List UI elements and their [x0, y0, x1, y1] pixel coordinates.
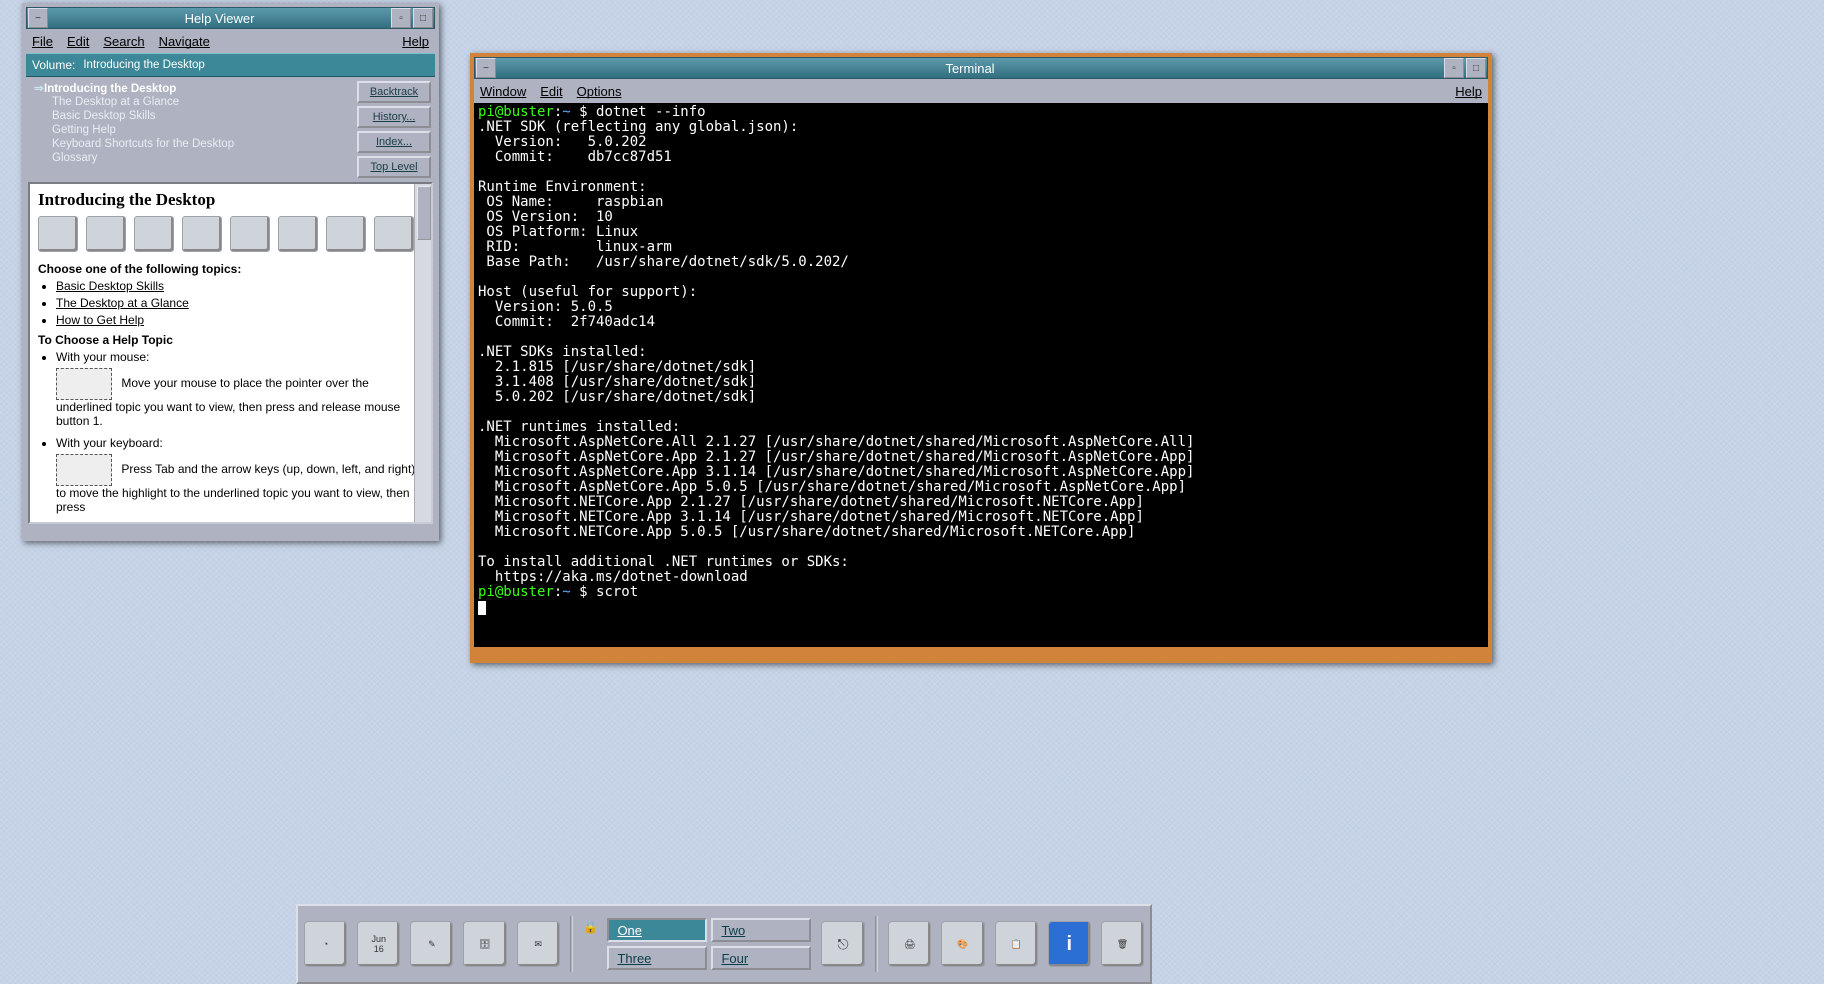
workspace-button-two[interactable]: Two — [711, 918, 811, 942]
keyboard-icon — [56, 454, 112, 486]
index-button[interactable]: Index... — [357, 131, 431, 153]
help-viewer-window: − Help Viewer ▫ □ File Edit Search Navig… — [22, 3, 439, 541]
topic-link[interactable]: How to Get Help — [56, 313, 144, 327]
mouse-label: With your mouse: — [56, 350, 149, 364]
menu-help[interactable]: Help — [1455, 84, 1482, 99]
nav-item[interactable]: Basic Desktop Skills — [52, 109, 345, 123]
menu-window[interactable]: Window — [480, 84, 526, 99]
window-menu-button[interactable]: − — [28, 8, 48, 28]
menu-help[interactable]: Help — [402, 34, 429, 49]
doc-icon-row — [38, 216, 423, 252]
nav-item[interactable]: Glossary — [52, 151, 345, 165]
help-document: Introducing the Desktop Choose one of th… — [28, 182, 433, 524]
topic-link[interactable]: The Desktop at a Glance — [56, 296, 189, 310]
mail-icon[interactable]: ✉ — [517, 921, 560, 967]
file-manager-icon[interactable]: 🗄 — [463, 921, 506, 967]
minimize-button[interactable]: ▫ — [1444, 58, 1464, 78]
menu-edit[interactable]: Edit — [540, 84, 562, 99]
workspace-button-four[interactable]: Four — [711, 946, 811, 970]
lock-icon[interactable]: 🔒 — [583, 920, 597, 968]
book-icon — [182, 216, 222, 252]
separator — [570, 916, 574, 972]
history-button[interactable]: History... — [357, 106, 431, 128]
style-manager-icon[interactable]: 🎨 — [941, 921, 984, 967]
terminal-title: Terminal — [497, 61, 1443, 76]
separator — [875, 916, 879, 972]
nav-item[interactable]: Keyboard Shortcuts for the Desktop — [52, 137, 345, 151]
top-level-button[interactable]: Top Level — [357, 156, 431, 178]
topic-tree: ⇒Introducing the Desktop The Desktop at … — [26, 77, 353, 182]
menu-edit[interactable]: Edit — [67, 34, 89, 49]
volume-label: Volume: — [32, 58, 75, 72]
mail-icon — [374, 216, 414, 252]
nav-item[interactable]: The Desktop at a Glance — [52, 95, 345, 109]
menu-search[interactable]: Search — [103, 34, 144, 49]
maximize-button[interactable]: □ — [1466, 58, 1486, 78]
menu-navigate[interactable]: Navigate — [159, 34, 210, 49]
volume-value[interactable]: Introducing the Desktop — [83, 59, 204, 71]
workspace-pager: One Two Three Four — [607, 918, 811, 970]
app-manager-icon[interactable]: 📋 — [995, 921, 1038, 967]
doc-scrollbar[interactable] — [414, 184, 431, 522]
document-icon — [326, 216, 366, 252]
maximize-button[interactable]: □ — [413, 8, 433, 28]
keyboard-label: With your keyboard: — [56, 436, 163, 450]
info-icon[interactable]: i — [1048, 921, 1091, 967]
minimize-button[interactable]: ▫ — [391, 8, 411, 28]
mouse-icon — [56, 368, 112, 400]
menu-options[interactable]: Options — [577, 84, 622, 99]
terminal-screen[interactable]: pi@buster:~ $ dotnet --info .NET SDK (re… — [474, 103, 1488, 647]
terminal-window: − Terminal ▫ □ Window Edit Options Help … — [470, 53, 1492, 663]
choose-topics-label: Choose one of the following topics: — [38, 262, 423, 276]
nav-item[interactable]: Getting Help — [52, 123, 345, 137]
help-menubar: File Edit Search Navigate Help — [26, 29, 435, 53]
printer-icon — [86, 216, 126, 252]
notes-icon[interactable]: ✎ — [410, 921, 453, 967]
nav-root[interactable]: Introducing the Desktop — [44, 83, 176, 95]
trash-icon[interactable]: 🗑 — [1101, 921, 1144, 967]
cal-day: 16 — [374, 944, 384, 954]
folder-icon — [278, 216, 318, 252]
cal-month: Jun — [371, 934, 386, 944]
help-titlebar[interactable]: − Help Viewer ▫ □ — [26, 7, 435, 29]
workspace-button-three[interactable]: Three — [607, 946, 707, 970]
terminal-titlebar[interactable]: − Terminal ▫ □ — [474, 57, 1488, 79]
workspace-button-one[interactable]: One — [607, 918, 707, 942]
speaker-icon — [38, 216, 78, 252]
volume-bar: Volume: Introducing the Desktop — [26, 53, 435, 77]
display-icon — [230, 216, 270, 252]
to-choose-label: To Choose a Help Topic — [38, 333, 423, 347]
menu-file[interactable]: File — [32, 34, 53, 49]
backtrack-button[interactable]: Backtrack — [357, 81, 431, 103]
window-menu-button[interactable]: − — [476, 58, 496, 78]
help-title: Help Viewer — [49, 11, 390, 26]
scrollbar-thumb[interactable] — [417, 186, 431, 240]
calendar-icon[interactable]: Jun 16 — [357, 921, 400, 967]
printer-icon[interactable]: 🖨 — [888, 921, 931, 967]
exit-icon[interactable]: ⎋ — [821, 921, 864, 967]
tools-icon — [134, 216, 174, 252]
nav-buttons: Backtrack History... Index... Top Level — [353, 77, 435, 182]
doc-heading: Introducing the Desktop — [38, 190, 423, 210]
front-panel: ◔ Jun 16 ✎ 🗄 ✉ 🔒 One Two Three Four ⎋ 🖨 … — [296, 904, 1152, 984]
clock-icon[interactable]: ◔ — [304, 921, 347, 967]
terminal-menubar: Window Edit Options Help — [474, 79, 1488, 103]
topic-link[interactable]: Basic Desktop Skills — [56, 279, 164, 293]
